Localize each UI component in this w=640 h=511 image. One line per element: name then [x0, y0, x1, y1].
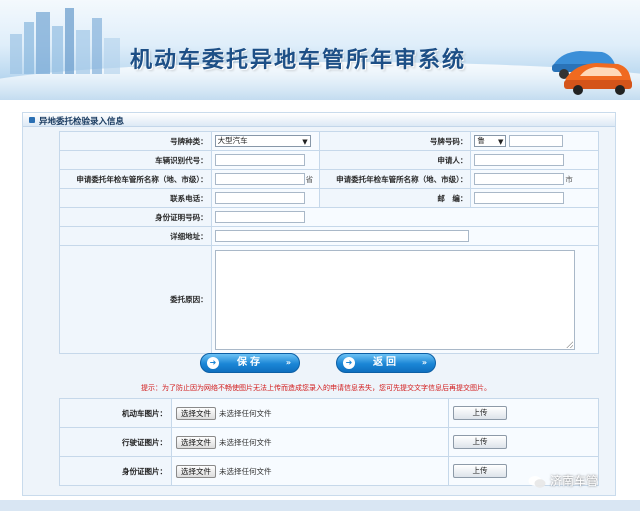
form-row: 详细地址： — [59, 226, 600, 246]
plate-prefix-select[interactable]: 鲁 ▼ — [474, 135, 507, 147]
phone-input[interactable] — [214, 192, 305, 204]
section-title: 异地委托检验录入信息 — [39, 117, 125, 127]
bottom-bar — [0, 500, 640, 511]
page-title: 机动车委托异地车管所年审系统 — [130, 47, 467, 73]
city-office-label: 申请委托年检车管所名称（地、市级）： — [318, 169, 472, 189]
postcode-label: 邮 编： — [318, 188, 472, 208]
cars-icon — [552, 51, 632, 95]
form-row: 委托原因： — [59, 245, 600, 354]
vin-input[interactable] — [214, 154, 305, 166]
postcode-input[interactable] — [474, 192, 565, 204]
dropdown-arrow-icon: ▼ — [302, 138, 308, 146]
plate-type-value: 大型汽车 — [217, 136, 248, 145]
vehicle-photo-label: 机动车图片： — [59, 398, 172, 428]
file-status: 未选择任何文件 — [219, 466, 272, 476]
province-office-input[interactable] — [214, 173, 305, 185]
id-number-input[interactable] — [214, 211, 305, 223]
address-label: 详细地址： — [59, 226, 212, 246]
plate-type-label: 号牌种类： — [59, 131, 212, 151]
plate-type-select[interactable]: 大型汽车 ▼ — [214, 135, 311, 147]
watermark-text: 济南车管 — [550, 474, 599, 488]
plate-prefix-value: 鲁 — [477, 136, 485, 145]
choose-file-button[interactable]: 选择文件 — [176, 435, 216, 449]
entry-form-table: 号牌种类： 大型汽车 ▼ 号牌号码： 鲁 ▼ 车辆识别代号： 申请人： 申请委托… — [59, 131, 600, 354]
phone-label: 联系电话： — [59, 188, 212, 208]
back-button-label: 返回 — [373, 357, 399, 368]
wechat-icon — [528, 475, 546, 488]
id-number-label: 身份证明号码： — [59, 207, 212, 227]
save-button-label: 保存 — [237, 357, 263, 368]
form-row: 车辆识别代号： 申请人： — [59, 150, 599, 170]
header-banner: 机动车委托异地车管所年审系统 — [0, 0, 640, 100]
province-suffix: 省 — [305, 174, 314, 184]
upload-table: 机动车图片： 选择文件 未选择任何文件 上传 行驶证图片： 选择文件 未选择任何文件… — [59, 398, 599, 486]
form-row: 号牌种类： 大型汽车 ▼ 号牌号码： 鲁 ▼ — [59, 131, 599, 151]
watermark: 济南车管 — [528, 472, 636, 494]
choose-file-button[interactable]: 选择文件 — [176, 406, 216, 420]
double-chevron-icon: » — [285, 358, 291, 367]
back-icon: ➜ — [343, 357, 355, 369]
form-row: 申请委托年检车管所名称（地、市级）： 省 申请委托年检车管所名称（地、市级）： … — [59, 169, 599, 189]
reason-label: 委托原因： — [59, 245, 212, 354]
section-header: 异地委托检验录入信息 — [23, 113, 615, 127]
license-photo-label: 行驶证图片： — [59, 427, 172, 457]
file-status: 未选择任何文件 — [219, 408, 272, 418]
choose-file-button[interactable]: 选择文件 — [176, 464, 216, 478]
section-bullet-icon — [29, 117, 35, 123]
main-panel: 异地委托检验录入信息 号牌种类： 大型汽车 ▼ 号牌号码： 鲁 ▼ 车辆识别代号… — [22, 112, 616, 496]
save-icon: ➜ — [207, 357, 219, 369]
form-row: 身份证明号码： — [59, 207, 600, 227]
form-row: 联系电话： 邮 编： — [59, 188, 599, 208]
vin-label: 车辆识别代号： — [59, 150, 212, 170]
upload-button[interactable]: 上传 — [453, 464, 507, 478]
idcard-photo-label: 身份证图片： — [59, 456, 172, 486]
address-input[interactable] — [214, 230, 469, 242]
city-suffix: 市 — [565, 174, 573, 184]
province-office-label: 申请委托年检车管所名称（地、市级）： — [59, 169, 212, 189]
double-chevron-icon: » — [421, 358, 427, 367]
upload-row: 身份证图片： 选择文件 未选择任何文件 上传 — [59, 456, 599, 486]
upload-row: 机动车图片： 选择文件 未选择任何文件 上传 — [59, 398, 599, 428]
tip-text: 提示：为了防止因为网络不畅使图片无法上传而造成您录入的申请信息丢失，您可先提交文… — [141, 384, 491, 392]
upload-button[interactable]: 上传 — [453, 435, 507, 449]
upload-button[interactable]: 上传 — [453, 406, 507, 420]
save-button[interactable]: ➜ 保存 » — [200, 353, 300, 373]
reason-textarea[interactable] — [214, 249, 575, 350]
resize-grip-icon[interactable] — [565, 340, 573, 348]
dropdown-arrow-icon: ▼ — [497, 138, 504, 146]
file-status: 未选择任何文件 — [219, 437, 272, 447]
plate-number-input[interactable] — [508, 135, 563, 147]
upload-row: 行驶证图片： 选择文件 未选择任何文件 上传 — [59, 427, 599, 457]
back-button[interactable]: ➜ 返回 » — [336, 353, 436, 373]
plate-number-label: 号牌号码： — [318, 131, 472, 151]
city-office-input[interactable] — [474, 173, 565, 185]
applicant-label: 申请人： — [318, 150, 472, 170]
applicant-input[interactable] — [474, 154, 565, 166]
